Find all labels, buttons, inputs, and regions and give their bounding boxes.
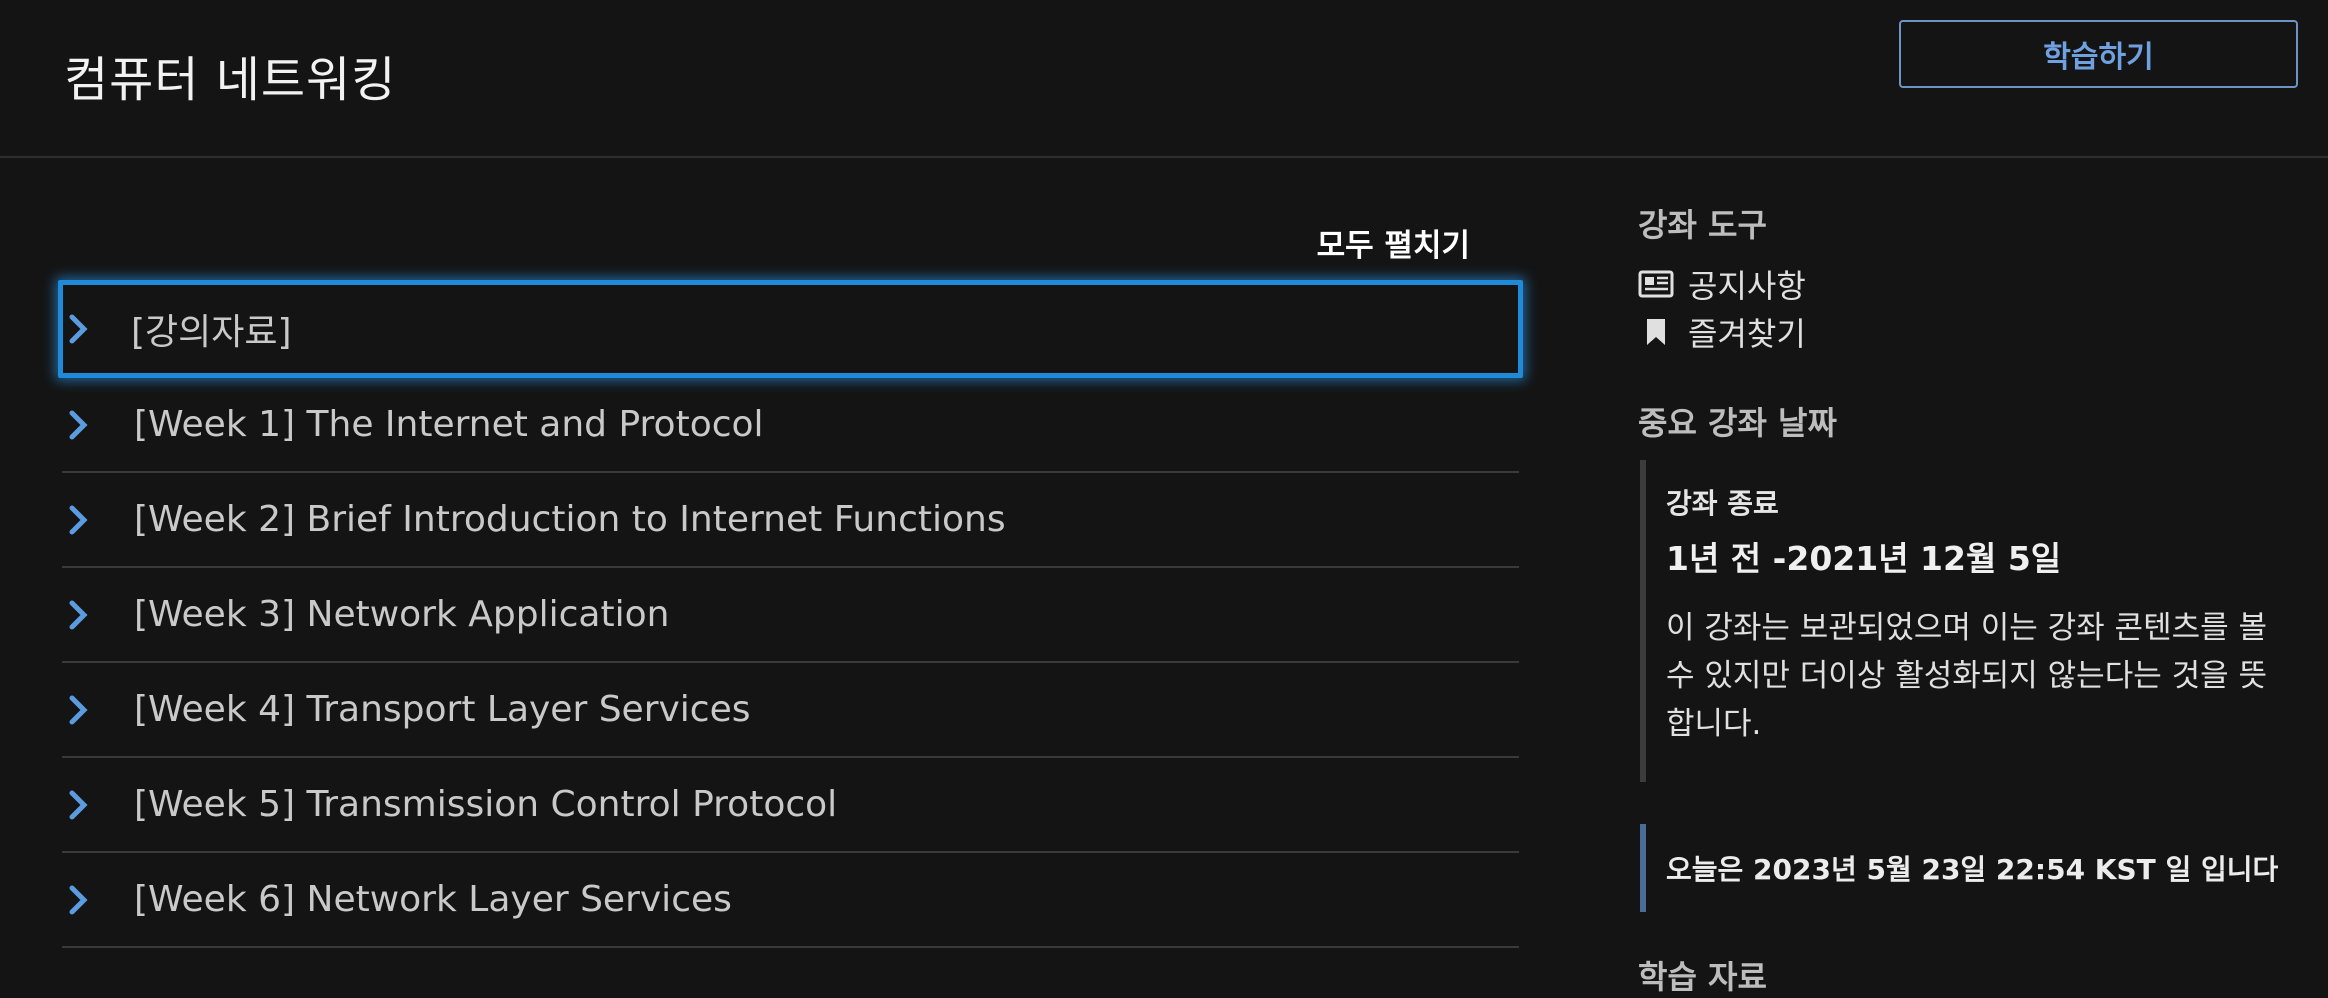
tool-link-bookmarks[interactable]: 즐겨찾기	[1638, 308, 2288, 356]
section-label: [Week 2] Brief Introduction to Internet …	[134, 499, 1006, 540]
newspaper-icon	[1638, 268, 1674, 300]
chevron-right-icon	[66, 694, 92, 726]
course-end-description: 이 강좌는 보관되었으며 이는 강좌 콘텐츠를 볼 수 있지만 더이상 활성화되…	[1666, 610, 2268, 742]
course-tools-heading: 강좌 도구	[1638, 206, 1767, 244]
course-title: 컴퓨터 네트워킹	[64, 52, 397, 108]
section-label: [Week 3] Network Application	[134, 594, 670, 635]
expand-all-button[interactable]: 모두 펼치기	[1280, 220, 1470, 265]
course-end-date-block: 강좌 종료 1년 전 -2021년 12월 5일 이 강좌는 보관되었으며 이는…	[1640, 460, 2288, 782]
outline-section-week-1[interactable]: [Week 1] The Internet and Protocol	[62, 378, 1519, 473]
course-sidebar: 강좌 도구 공지사항 즐겨찾기 중요 강좌 날짜 강좌 종료 1년 전 -202…	[1638, 200, 2288, 998]
important-dates-heading: 중요 강좌 날짜	[1638, 404, 1837, 442]
outline-section-materials[interactable]: [강의자료]	[58, 280, 1523, 378]
section-label: [Week 5] Transmission Control Protocol	[134, 784, 838, 825]
section-label: [강의자료]	[131, 312, 292, 353]
outline-section-week-2[interactable]: [Week 2] Brief Introduction to Internet …	[62, 473, 1519, 568]
course-header: 컴퓨터 네트워킹 학습하기	[0, 0, 2328, 158]
chevron-right-icon	[66, 884, 92, 916]
chevron-right-icon	[66, 313, 92, 345]
chevron-right-icon	[66, 599, 92, 631]
bookmark-icon	[1638, 316, 1674, 348]
outline-section-week-4[interactable]: [Week 4] Transport Layer Services	[62, 663, 1519, 758]
course-outline: [강의자료] [Week 1] The Internet and Protoco…	[58, 280, 1523, 948]
tool-label: 즐겨찾기	[1688, 315, 1806, 353]
section-label: [Week 1] The Internet and Protocol	[134, 404, 764, 445]
learning-materials-heading: 학습 자료	[1638, 958, 1767, 996]
tool-link-announcements[interactable]: 공지사항	[1638, 260, 2288, 308]
section-label: [Week 6] Network Layer Services	[134, 879, 732, 920]
today-text: 오늘은 2023년 5월 23일 22:54 KST 일 입니다	[1666, 853, 2279, 886]
outline-section-week-6[interactable]: [Week 6] Network Layer Services	[62, 853, 1519, 948]
course-end-value: 1년 전 -2021년 12월 5일	[1666, 539, 2062, 578]
section-label: [Week 4] Transport Layer Services	[134, 689, 751, 730]
today-date-block: 오늘은 2023년 5월 23일 22:54 KST 일 입니다	[1640, 824, 2288, 912]
outline-section-week-3[interactable]: [Week 3] Network Application	[62, 568, 1519, 663]
outline-section-week-5[interactable]: [Week 5] Transmission Control Protocol	[62, 758, 1519, 853]
chevron-right-icon	[66, 789, 92, 821]
chevron-right-icon	[66, 409, 92, 441]
resume-course-button[interactable]: 학습하기	[1899, 20, 2298, 88]
chevron-right-icon	[66, 504, 92, 536]
course-end-title: 강좌 종료	[1666, 487, 1779, 520]
tool-label: 공지사항	[1688, 267, 1806, 305]
